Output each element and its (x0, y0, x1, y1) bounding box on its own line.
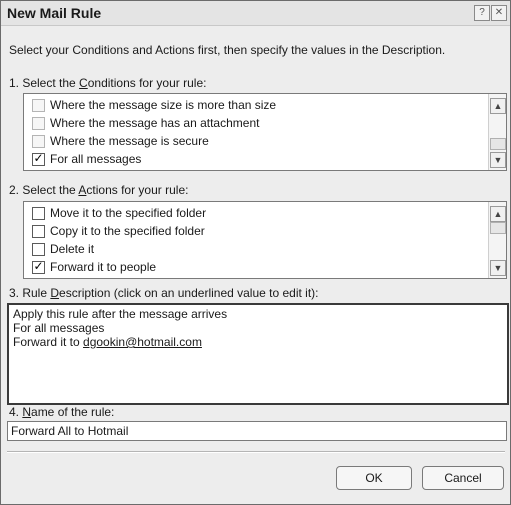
ok-button[interactable]: OK (336, 466, 412, 490)
description-line: Forward it to dgookin@hotmail.com (13, 335, 202, 349)
action-checkbox[interactable] (32, 243, 45, 256)
condition-checkbox[interactable]: ✓ (32, 151, 45, 166)
action-checkbox[interactable]: ✓ (32, 259, 45, 274)
condition-checkbox[interactable] (32, 135, 45, 148)
scroll-down-icon[interactable]: ▼ (490, 260, 506, 276)
actions-scrollbar[interactable]: ▲ ▼ (488, 202, 506, 278)
conditions-scrollbar[interactable]: ▲ ▼ (488, 94, 506, 170)
email-link[interactable]: dgookin@hotmail.com (83, 335, 202, 349)
new-mail-rule-dialog: New Mail Rule ? ✕ Select your Conditions… (0, 0, 511, 505)
conditions-list[interactable]: Where the message size is more than size… (23, 93, 507, 171)
scroll-down-icon[interactable]: ▼ (490, 152, 506, 168)
cancel-button[interactable]: Cancel (422, 466, 504, 490)
intro-text: Select your Conditions and Actions first… (9, 43, 446, 57)
dialog-title: New Mail Rule (7, 5, 102, 21)
scroll-thumb[interactable] (490, 138, 506, 150)
title-bar: New Mail Rule ? ✕ (1, 1, 510, 26)
close-icon[interactable]: ✕ (491, 5, 507, 21)
actions-list[interactable]: Move it to the specified folder Copy it … (23, 201, 507, 279)
rule-name-input[interactable]: Forward All to Hotmail (7, 421, 507, 441)
action-checkbox[interactable] (32, 207, 45, 220)
help-icon[interactable]: ? (474, 5, 490, 21)
conditions-label: 1. Select the Conditions for your rule: (9, 76, 207, 90)
checkmark-icon: ✓ (33, 151, 44, 165)
separator (7, 451, 505, 453)
scroll-up-icon[interactable]: ▲ (490, 206, 506, 222)
actions-label: 2. Select the Actions for your rule: (9, 183, 189, 197)
rule-name-label: 4. Name of the rule: (9, 405, 115, 419)
checkmark-icon: ✓ (33, 259, 44, 273)
description-label: 3. Rule Description (click on an underli… (9, 286, 319, 300)
description-line: Apply this rule after the message arrive… (13, 307, 228, 321)
scroll-up-icon[interactable]: ▲ (490, 98, 506, 114)
rule-description-box[interactable]: Apply this rule after the message arrive… (7, 303, 509, 405)
description-line: For all messages (13, 321, 105, 335)
condition-checkbox[interactable] (32, 117, 45, 130)
action-checkbox[interactable] (32, 225, 45, 238)
scroll-thumb[interactable] (490, 222, 506, 234)
condition-checkbox[interactable] (32, 99, 45, 112)
